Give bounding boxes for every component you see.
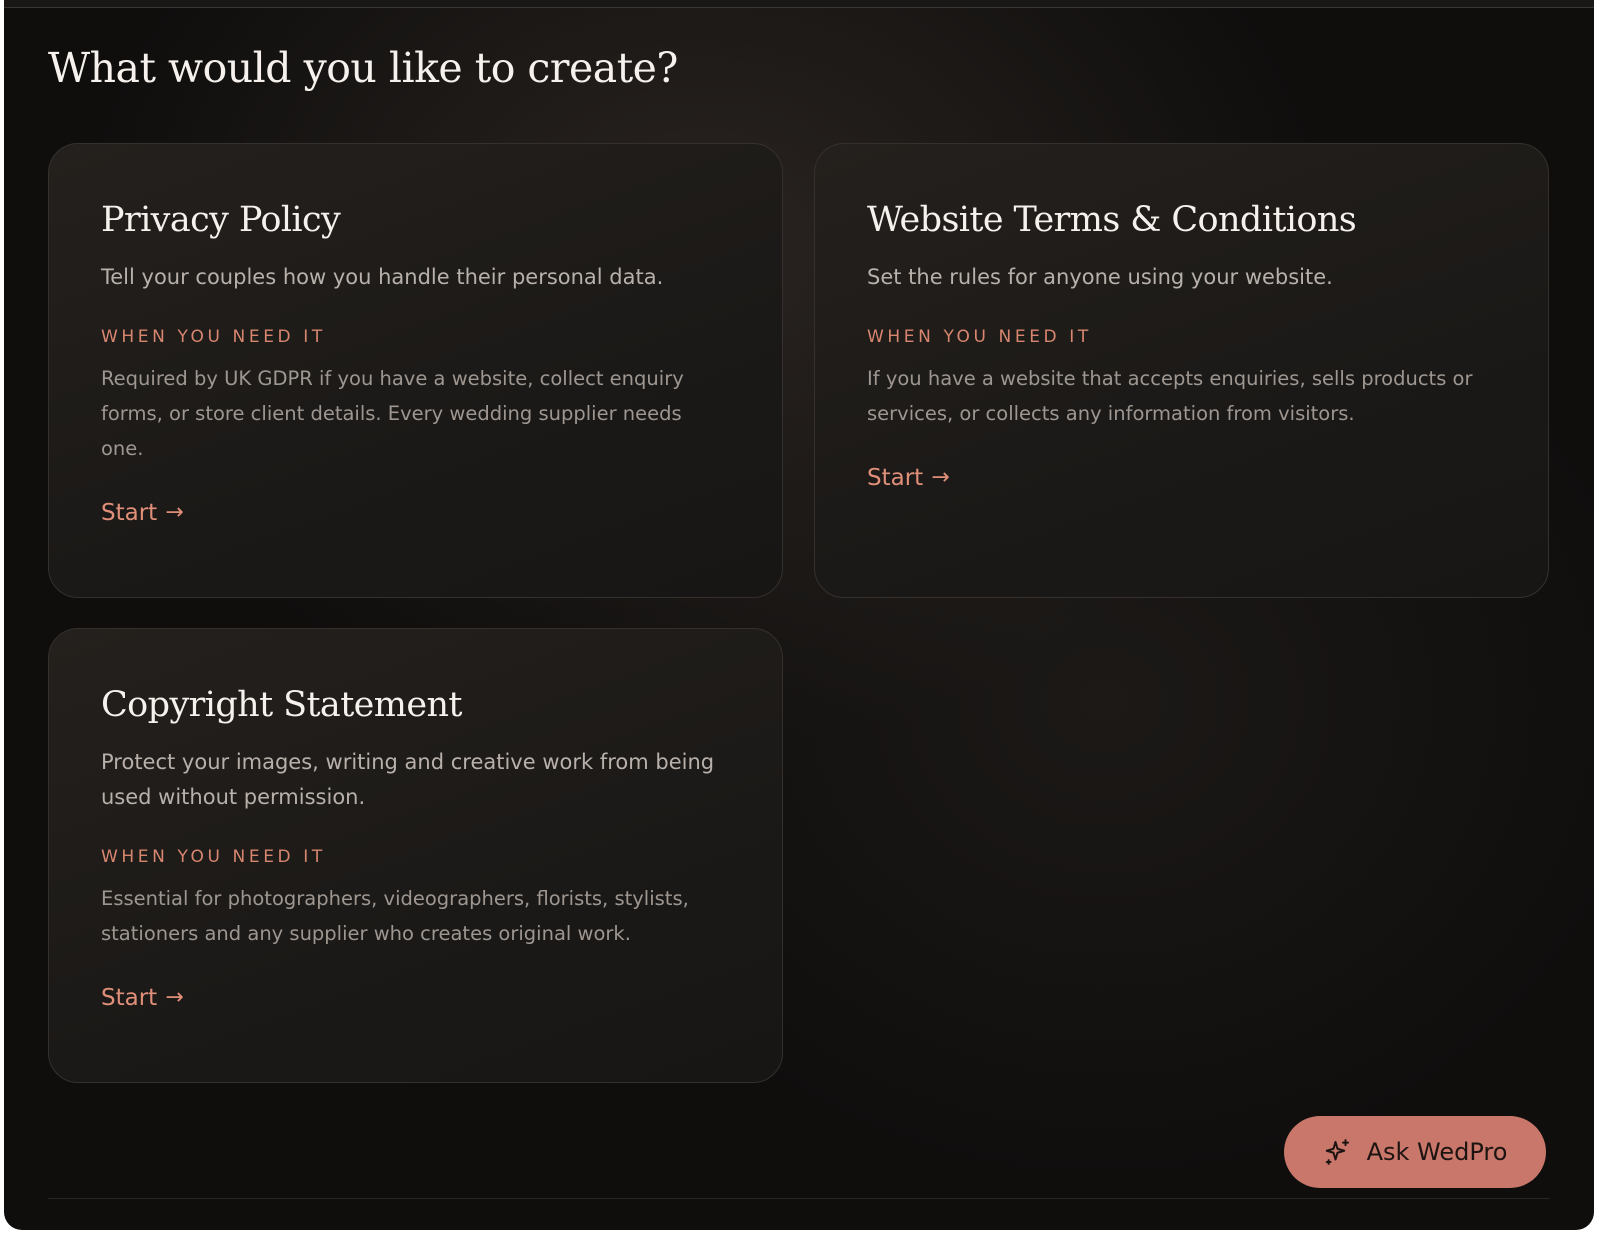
start-label: Start	[101, 985, 158, 1011]
start-website-terms-button[interactable]: Start →	[867, 465, 950, 491]
start-label: Start	[101, 500, 158, 526]
when-you-need-it-label: WHEN YOU NEED IT	[101, 847, 326, 867]
page-title: What would you like to create?	[48, 44, 678, 92]
ask-wedpro-button[interactable]: Ask WedPro	[1284, 1116, 1546, 1188]
arrow-right-icon: →	[931, 465, 950, 490]
card-description: Tell your couples how you handle their p…	[101, 265, 664, 289]
sparkle-icon	[1325, 1139, 1349, 1165]
bottom-divider	[48, 1198, 1550, 1199]
card-privacy-policy: Privacy Policy Tell your couples how you…	[48, 143, 783, 598]
start-privacy-policy-button[interactable]: Start →	[101, 500, 184, 526]
card-description: Set the rules for anyone using your webs…	[867, 265, 1333, 289]
card-title: Copyright Statement	[101, 685, 462, 725]
app-frame: What would you like to create? Privacy P…	[4, 0, 1594, 1230]
top-divider	[4, 0, 1594, 8]
ask-wedpro-label: Ask WedPro	[1366, 1138, 1508, 1166]
card-title: Website Terms & Conditions	[867, 200, 1357, 240]
when-you-need-it-text: If you have a website that accepts enqui…	[867, 367, 1473, 425]
start-copyright-statement-button[interactable]: Start →	[101, 985, 184, 1011]
card-title: Privacy Policy	[101, 200, 341, 240]
card-description: Protect your images, writing and creativ…	[101, 750, 715, 809]
when-you-need-it-text: Required by UK GDPR if you have a websit…	[101, 367, 684, 460]
when-you-need-it-label: WHEN YOU NEED IT	[867, 327, 1092, 347]
when-you-need-it-label: WHEN YOU NEED IT	[101, 327, 326, 347]
card-website-terms: Website Terms & Conditions Set the rules…	[814, 143, 1549, 598]
card-copyright-statement: Copyright Statement Protect your images,…	[48, 628, 783, 1083]
when-you-need-it-text: Essential for photographers, videographe…	[101, 887, 689, 945]
arrow-right-icon: →	[165, 500, 184, 525]
arrow-right-icon: →	[165, 985, 184, 1010]
start-label: Start	[867, 465, 924, 491]
